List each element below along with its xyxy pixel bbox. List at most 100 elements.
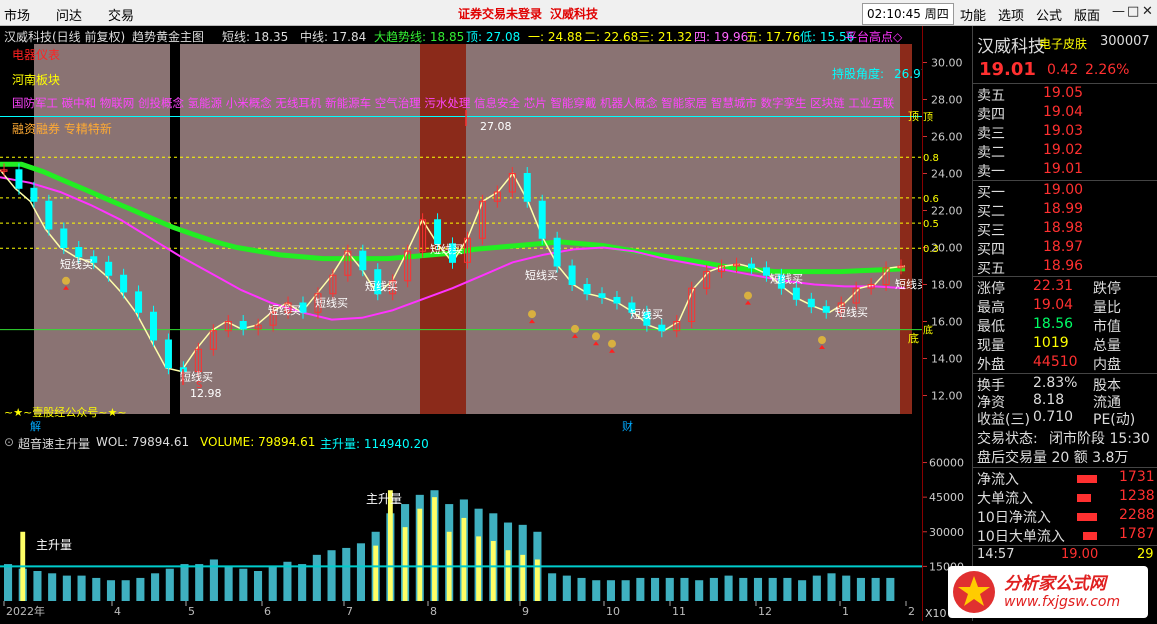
stat-value: 22.31: [1033, 278, 1074, 294]
quote-pct: 2.26%: [1085, 62, 1130, 78]
time-tick-label: 4: [114, 605, 121, 618]
volume-chart[interactable]: 主升量 主升量: [0, 451, 922, 601]
volume-bar: [636, 577, 645, 601]
menu-options[interactable]: 选项: [998, 5, 1024, 24]
candle-body: [613, 296, 621, 304]
minimize-button[interactable]: —: [1112, 4, 1125, 19]
bid-price: 19.00: [1043, 182, 1084, 198]
close-button[interactable]: ✕: [1142, 4, 1153, 19]
candle-body: [434, 219, 442, 245]
mid-line-value: 中线: 17.84: [300, 30, 367, 44]
candle-body: [538, 200, 546, 239]
maximize-button[interactable]: □: [1127, 4, 1139, 19]
trade-status-row: 交易状态: 闭市阶段 15:30: [973, 428, 1157, 447]
volume-bar: [871, 577, 880, 601]
main-rise-bar: [417, 508, 423, 601]
time-tick-label: 9: [522, 605, 529, 618]
subchart-header: ⊙ 超音速主升量 WOL: 79894.61 VOLUME: 79894.61 …: [0, 433, 922, 451]
bid-label: 买一: [977, 185, 1005, 201]
menu-function[interactable]: 功能: [960, 5, 986, 24]
volume-value: VOLUME: 79894.61: [200, 435, 316, 449]
login-notice[interactable]: 证券交易未登录: [458, 5, 542, 22]
stat-label-2: 总量: [1093, 338, 1121, 354]
stock-title: 汉威科技: [550, 7, 599, 21]
menu-formula[interactable]: 公式: [1036, 5, 1062, 24]
volume-bar: [268, 566, 277, 601]
ask-label: 卖一: [977, 164, 1005, 180]
menu-wenda[interactable]: 问达: [56, 5, 82, 24]
menu-layout[interactable]: 版面: [1074, 5, 1100, 24]
quote-tag[interactable]: 电子皮肤: [1039, 35, 1087, 52]
candle-body: [45, 200, 53, 230]
flow-label: 净流入: [977, 472, 1019, 488]
quote-change: 0.42: [1047, 62, 1079, 78]
candle-body: [15, 169, 23, 189]
main-rise-bar: [476, 536, 482, 601]
main-rise-bar: [387, 490, 393, 601]
volume-bar: [224, 566, 233, 601]
buy-signal-10: 短线买: [835, 305, 868, 319]
finance-value: 2.83%: [1033, 375, 1078, 391]
bid-price: 18.98: [1043, 220, 1084, 236]
subchart-name[interactable]: 超音速主升量: [18, 435, 90, 452]
price-tick-label: 14.00: [931, 353, 963, 366]
menu-market[interactable]: 市场: [4, 5, 30, 24]
ask-price: 19.03: [1043, 123, 1084, 139]
price-tick-label: 24.00: [931, 168, 963, 181]
jie-marker: 解: [30, 419, 41, 433]
buy-signal-8: 短线买: [630, 307, 663, 321]
flow-value: 2288: [1119, 507, 1155, 523]
watermark-title: 分析家公式网: [1004, 574, 1106, 594]
candle-body: [762, 267, 770, 276]
settings-icon[interactable]: ⊙: [4, 435, 14, 449]
price-chart[interactable]: 短线买短线买短线买短线买短线买短线买短线买短线买短线买短线买短线买S 电器仪表 …: [0, 44, 922, 434]
bid-row: 买二 18.99: [973, 201, 1157, 220]
volume-tick-label: 30000: [929, 526, 964, 539]
level3-value: 三: 21.32: [638, 30, 693, 44]
volume-bar: [77, 575, 86, 601]
flow-bar: [1083, 532, 1097, 540]
main-rise-bar: [373, 545, 379, 601]
indicator-name[interactable]: 趋势黄金主图: [132, 28, 204, 44]
volume-bar: [812, 575, 821, 601]
level2-value: 二: 22.68: [584, 30, 639, 44]
volume-bar: [121, 580, 130, 601]
stat-value: 19.04: [1033, 297, 1074, 313]
finance-value: 8.18: [1033, 392, 1065, 408]
finance-value: 0.710: [1033, 409, 1074, 425]
volume-bar: [592, 580, 601, 601]
candle-body: [135, 291, 143, 313]
buy-signal-3: 短线买: [268, 303, 301, 317]
short-line-value: 短线: 18.35: [222, 30, 289, 44]
volume-bar: [739, 577, 748, 601]
ask-price: 19.04: [1043, 104, 1084, 120]
volume-bar: [798, 580, 807, 601]
price-tick-label: 22.00: [931, 205, 963, 218]
quote-price: 19.01: [979, 59, 1036, 80]
main-rise-bar: [490, 541, 496, 601]
watermark-url: www.fxjgsw.com: [1004, 594, 1121, 610]
ask-row: 卖三 19.03: [973, 123, 1157, 142]
candle-body: [822, 306, 830, 313]
ask-label: 卖五: [977, 88, 1005, 104]
top-level-value: 顶: 27.08: [466, 30, 521, 44]
menu-trade[interactable]: 交易: [108, 5, 134, 24]
holding-angle-label: 持股角度:: [832, 66, 884, 81]
candle-body: [359, 250, 367, 271]
flow-value: 1238: [1119, 488, 1155, 504]
volume-bar: [4, 564, 13, 601]
flow-label: 10日净流入: [977, 510, 1051, 526]
price-tick-label: 28.00: [931, 94, 963, 107]
volume-bar: [283, 561, 292, 601]
level1-value: 一: 24.88: [528, 30, 583, 44]
stock-period-label[interactable]: 汉威科技(日线 前复权): [4, 28, 125, 44]
quote-panel: 汉威科技 电子皮肤 300007 19.01 0.42 2.26% 卖五 19.0…: [972, 26, 1157, 621]
flow-value: 1731: [1119, 469, 1155, 485]
shaded-zone-5: [900, 44, 912, 414]
flow-row: 10日大单流入 1787: [973, 526, 1157, 545]
time-tick-label: 11: [672, 605, 686, 618]
bag-icon: [528, 310, 536, 319]
bid-label: 买四: [977, 242, 1005, 258]
level-tick-label: 0.8: [923, 153, 939, 164]
stat-label-2: 量比: [1093, 300, 1121, 316]
